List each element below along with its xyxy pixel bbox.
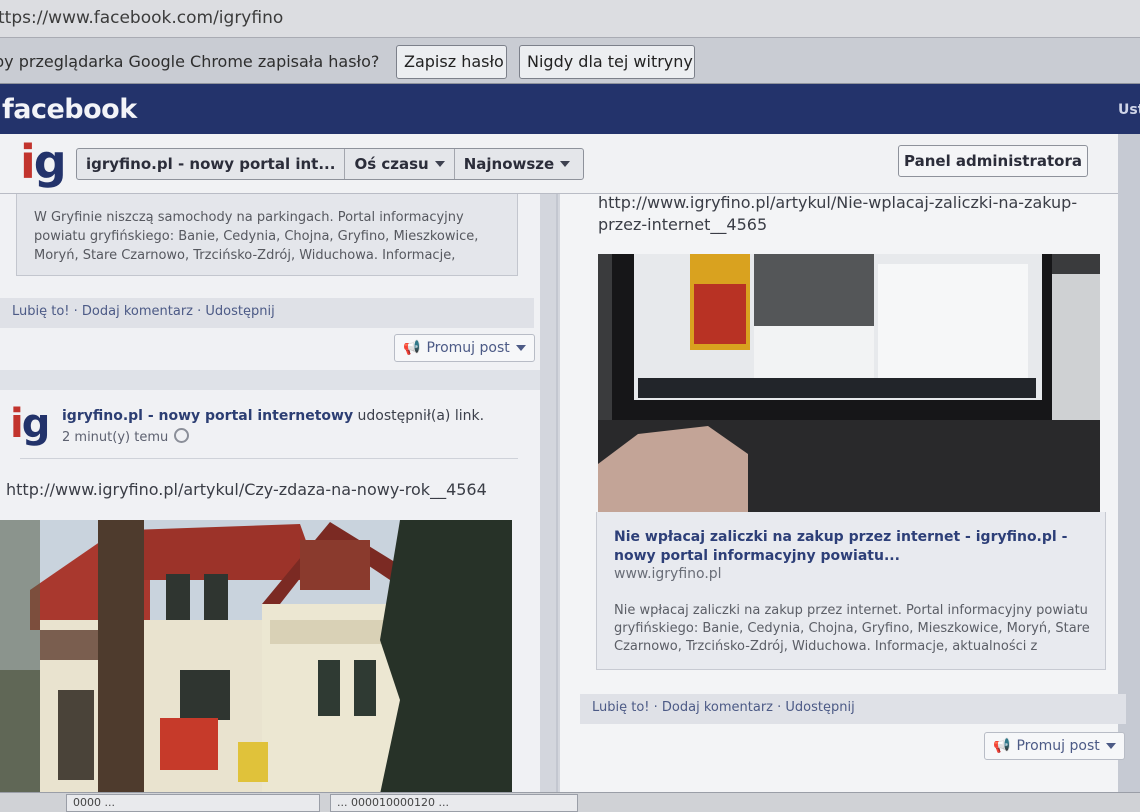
post-link[interactable]: http://www.igryfino.pl/artykul/Nie-wplac… <box>598 192 1098 236</box>
url-text[interactable]: ttps://www.facebook.com/igryfino <box>0 8 283 28</box>
megaphone-icon: 📢 <box>403 340 421 356</box>
chevron-down-icon <box>560 161 571 167</box>
page-logo[interactable]: ig <box>20 134 67 190</box>
promote-post-button[interactable]: 📢 Promuj post <box>984 732 1125 760</box>
chevron-down-icon <box>1105 743 1116 749</box>
author-name[interactable]: igryfino.pl - nowy portal internetowy <box>62 408 353 424</box>
top-bar-settings-link[interactable]: Ust <box>1118 102 1140 118</box>
post-link[interactable]: http://www.igryfino.pl/artykul/Czy-zdaza… <box>6 480 487 499</box>
building-photo[interactable] <box>0 520 512 794</box>
chevron-down-icon <box>434 161 445 167</box>
laptop-photo[interactable] <box>598 254 1100 512</box>
post-action-text: udostępnił(a) link. <box>357 408 485 424</box>
author-avatar[interactable]: ig <box>10 400 50 448</box>
admin-panel-button[interactable]: Panel administratora <box>898 145 1088 177</box>
facebook-logo[interactable]: facebook <box>2 94 137 125</box>
nav-page-name[interactable]: igryfino.pl - nowy portal int... <box>77 149 346 179</box>
chevron-down-icon <box>515 345 526 351</box>
facebook-top-bar <box>0 84 1140 134</box>
timeline-line <box>556 194 558 794</box>
post-divider <box>20 458 518 459</box>
post-time[interactable]: 2 minut(y) temu <box>62 428 190 445</box>
link-preview-text: Nie wpłacaj zaliczki na zakup przez inte… <box>614 603 1090 654</box>
megaphone-icon: 📢 <box>993 738 1011 754</box>
link-preview-text: W Gryfinie niszczą samochody na parkinga… <box>34 210 479 263</box>
nav-timeline[interactable]: Oś czasu <box>345 149 455 179</box>
nav-newest[interactable]: Najnowsze <box>455 149 580 179</box>
link-preview-title[interactable]: Nie wpłacaj zaliczki na zakup przez inte… <box>614 528 1092 566</box>
password-prompt-text: py przeglądarka Google Chrome zapisała h… <box>0 52 380 71</box>
post-separator <box>0 370 540 390</box>
page-nav: igryfino.pl - nowy portal int... Oś czas… <box>76 148 584 180</box>
globe-icon <box>174 428 190 443</box>
never-for-site-button[interactable]: Nigdy dla tej witryny <box>519 45 695 79</box>
download-item[interactable]: 0000 ... <box>66 794 320 812</box>
post-author-line: igryfino.pl - nowy portal internetowy ud… <box>62 408 484 424</box>
save-password-button[interactable]: Zapisz hasło <box>396 45 507 79</box>
post-actions[interactable]: Lubię to! · Dodaj komentarz · Udostępnij <box>580 694 1126 724</box>
download-item[interactable]: ... 000010000120 ... <box>330 794 578 812</box>
promote-post-button[interactable]: 📢 Promuj post <box>394 334 535 362</box>
post-actions[interactable]: Lubię to! · Dodaj komentarz · Udostępnij <box>0 298 534 328</box>
link-preview-domain: www.igryfino.pl <box>614 566 722 582</box>
